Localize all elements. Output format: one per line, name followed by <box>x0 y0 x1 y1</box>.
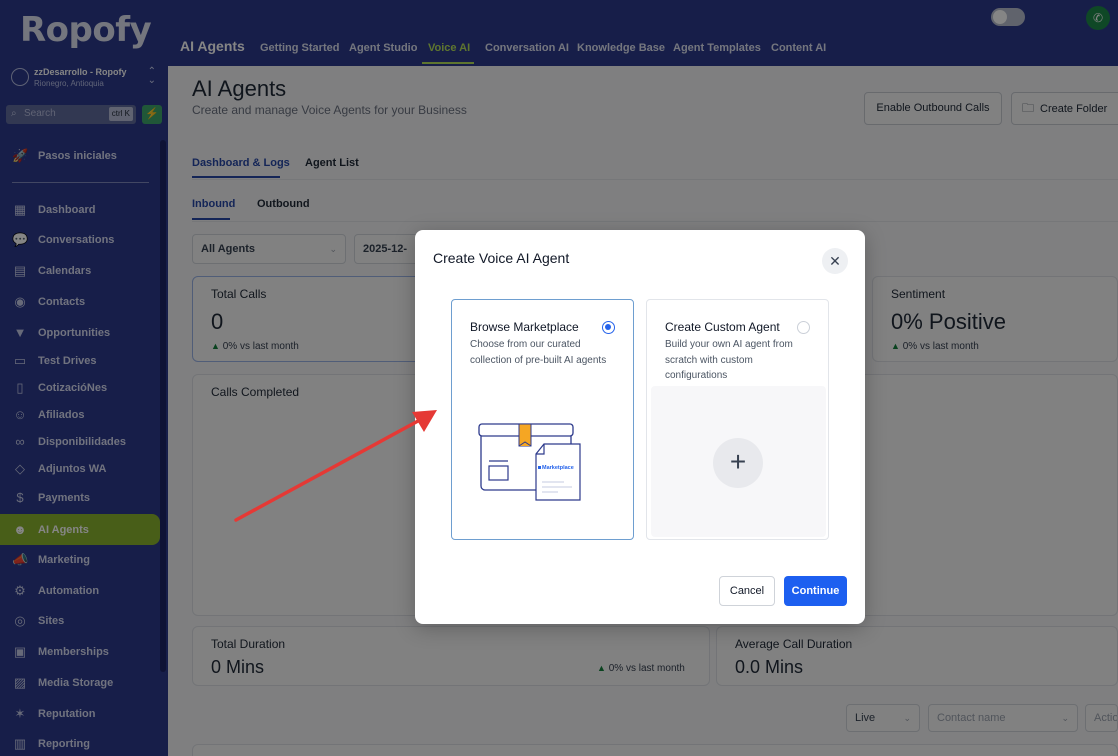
create-voice-ai-agent-modal: Create Voice AI Agent ✕ Browse Marketpla… <box>415 230 865 624</box>
option-description: Choose from our curated collection of pr… <box>470 339 607 366</box>
modal-title: Create Voice AI Agent <box>433 250 570 266</box>
continue-button[interactable]: Continue <box>784 576 847 606</box>
close-icon[interactable]: ✕ <box>822 248 848 274</box>
browse-marketplace-option[interactable]: Browse Marketplace Choose from our curat… <box>451 299 634 540</box>
plus-icon: + <box>713 438 763 488</box>
marketplace-label: Marketplace <box>542 465 574 471</box>
option-title: Browse Marketplace <box>470 320 579 334</box>
browse-marketplace-radio[interactable] <box>602 321 615 334</box>
create-custom-agent-radio[interactable] <box>797 321 810 334</box>
option-title: Create Custom Agent <box>665 320 780 334</box>
option-description: Build your own AI agent from scratch wit… <box>665 339 793 381</box>
cancel-button[interactable]: Cancel <box>719 576 775 606</box>
custom-agent-illustration: + <box>651 386 826 537</box>
create-custom-agent-option[interactable]: Create Custom Agent Build your own AI ag… <box>646 299 829 540</box>
marketplace-box-icon: Marketplace <box>478 423 581 501</box>
